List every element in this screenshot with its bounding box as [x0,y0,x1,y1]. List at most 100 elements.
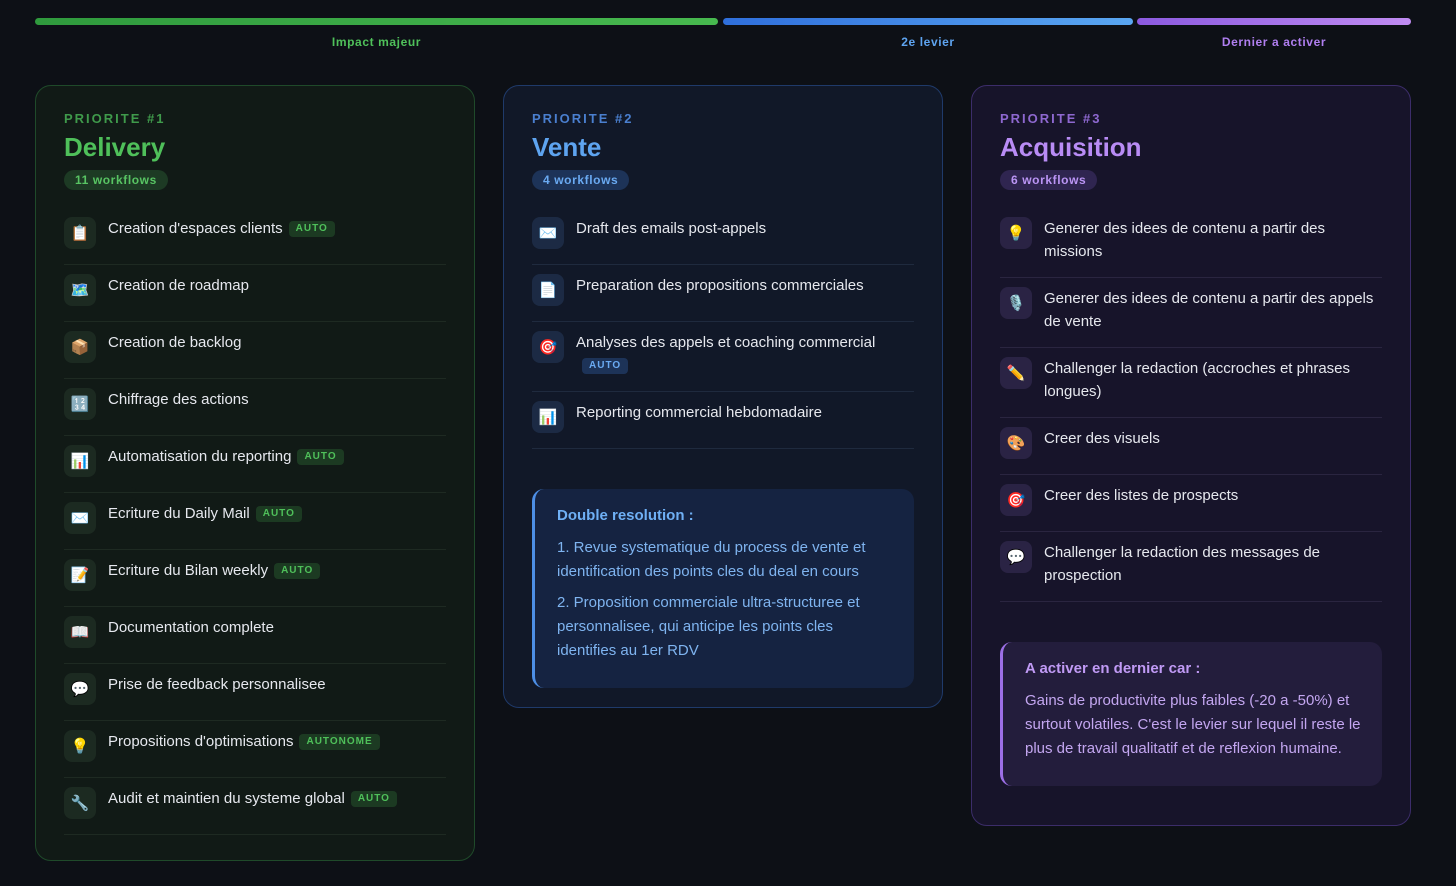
bar-chart-icon: 📊 [532,401,564,433]
workflow-label-wrap: Ecriture du Bilan weekly AUTO [108,559,321,582]
workflow-label-wrap: Creation de roadmap [108,274,249,297]
workflow-item: ✏️ Challenger la redaction (accroches et … [1000,348,1382,418]
package-icon: 📦 [64,331,96,363]
workflow-label: Documentation complete [108,619,274,636]
bar-chart-icon: 📊 [64,445,96,477]
workflow-item: 📊 Reporting commercial hebdomadaire [532,392,914,449]
workflow-label-wrap: Documentation complete [108,616,274,639]
workflow-label: Creation de roadmap [108,277,249,294]
workflow-label: Generer des idees de contenu a partir de… [1044,290,1374,330]
workflow-label: Creation d'espaces clients [108,220,283,237]
target-icon: 🎯 [1000,484,1032,516]
workflow-list: 📋 Creation d'espaces clients AUTO 🗺️ Creatio… [64,208,446,835]
lightbulb-icon: 💡 [1000,217,1032,249]
workflow-label-wrap: Chiffrage des actions [108,388,249,411]
workflow-label-wrap: Prise de feedback personnalisee [108,673,326,696]
priority-label: PRIORITE #3 [1000,111,1102,126]
workflow-item: 🔢 Chiffrage des actions [64,379,446,436]
workflow-item: 🎨 Creer des visuels [1000,418,1382,475]
workflow-item: 📝 Ecriture du Bilan weekly AUTO [64,550,446,607]
workflow-label-wrap: Generer des idees de contenu a partir de… [1044,217,1382,263]
workflow-label: Prise de feedback personnalisee [108,676,326,693]
automation-badge: AUTO [350,791,397,807]
workflow-label: Creer des visuels [1044,430,1160,447]
workflow-label: Audit et maintien du systeme global [108,790,345,807]
automation-badge: AUTO [274,563,321,579]
document-icon: 📄 [532,274,564,306]
workflow-label: Creer des listes de prospects [1044,487,1239,504]
automation-badge: AUTO [582,358,629,374]
workflow-label: Preparation des propositions commerciale… [576,277,864,294]
workflow-label: Generer des idees de contenu a partir de… [1044,220,1326,260]
lever2-label: 2e levier [901,35,955,49]
priority-progress-bars: Impact majeur 2e levier Dernier a active… [35,18,1411,58]
workflow-item: ✉️ Draft des emails post-appels [532,208,914,265]
workflow-label-wrap: Propositions d'optimisations AUTONOME [108,730,380,753]
workflow-item: 📖 Documentation complete [64,607,446,664]
workflow-item: 💡 Generer des idees de contenu a partir d… [1000,208,1382,278]
workflow-label: Creation de backlog [108,334,242,351]
automation-badge: AUTO [288,221,335,237]
speech-bubble-icon: 💬 [64,673,96,705]
microphone-icon: 🎙️ [1000,287,1032,319]
workflow-label: Ecriture du Bilan weekly [108,562,269,579]
automation-badge: AUTO [297,449,344,465]
workflow-item: 📊 Automatisation du reporting AUTO [64,436,446,493]
workflow-item: 📋 Creation d'espaces clients AUTO [64,208,446,265]
workflow-count-badge: 6 workflows [1000,170,1098,190]
callout-title: Double resolution : [557,507,694,524]
envelope-icon: ✉️ [532,217,564,249]
workflow-label-wrap: Creation de backlog [108,331,241,354]
numbers-icon: 🔢 [64,388,96,420]
workflow-label: Propositions d'optimisations [108,733,294,750]
acquisition-card: PRIORITE #3 Acquisition 6 workflows 💡 Gen… [971,85,1411,826]
workflow-count-badge: 4 workflows [532,170,630,190]
workflow-label-wrap: Creation d'espaces clients AUTO [108,217,335,240]
workflow-item: ✉️ Ecriture du Daily Mail AUTO [64,493,446,550]
pencil-icon: ✏️ [1000,357,1032,389]
automation-badge: AUTO [255,506,302,522]
map-icon: 🗺️ [64,274,96,306]
workflow-item: 🗺️ Creation de roadmap [64,265,446,322]
clipboard-icon: 📋 [64,217,96,249]
workflow-item: 🔧 Audit et maintien du systeme global AUTO [64,778,446,835]
workflow-item: 🎯 Creer des listes de prospects [1000,475,1382,532]
double-resolution-callout: Double resolution : 1. Revue systematiqu… [532,489,914,688]
workflow-label: Analyses des appels et coaching commerci… [576,334,876,351]
callout-text: Gains de productivite plus faibles (-20 … [1025,692,1361,757]
workflow-label-wrap: Preparation des propositions commerciale… [576,274,864,297]
wrench-icon: 🔧 [64,787,96,819]
workflow-label: Draft des emails post-appels [576,220,767,237]
workflow-label: Challenger la redaction des messages de … [1044,544,1320,584]
impact-label: Impact majeur [331,35,422,49]
last-bar [1137,18,1411,25]
workflow-item: 📄 Preparation des propositions commercial… [532,265,914,322]
workflow-label-wrap: Automatisation du reporting AUTO [108,445,344,468]
callout-title: A activer en dernier car : [1025,660,1201,677]
workflow-label: Reporting commercial hebdomadaire [576,404,822,421]
automation-badge: AUTONOME [299,734,380,750]
card-title: Vente [532,132,602,162]
target-icon: 🎯 [532,331,564,363]
envelope-icon: ✉️ [64,502,96,534]
workflow-label-wrap: Draft des emails post-appels [576,217,766,240]
workflow-item: 💬 Challenger la redaction des messages de… [1000,532,1382,602]
workflow-label: Ecriture du Daily Mail [108,505,250,522]
workflow-label: Chiffrage des actions [108,391,249,408]
workflow-item: 💡 Propositions d'optimisations AUTONOME [64,721,446,778]
last-label: Dernier a activer [1221,35,1327,49]
workflow-item: 📦 Creation de backlog [64,322,446,379]
workflow-label-wrap: Creer des listes de prospects [1044,484,1238,507]
card-title: Delivery [64,132,166,162]
workflow-count-badge: 11 workflows [64,170,168,190]
workflow-label-wrap: Generer des idees de contenu a partir de… [1044,287,1382,333]
workflow-label-wrap: Reporting commercial hebdomadaire [576,401,822,424]
priority-label: PRIORITE #1 [64,111,166,126]
lightbulb-icon: 💡 [64,730,96,762]
workflow-list: 💡 Generer des idees de contenu a partir d… [1000,208,1382,602]
priority-label: PRIORITE #2 [532,111,634,126]
workflow-label-wrap: Ecriture du Daily Mail AUTO [108,502,302,525]
workflow-list: ✉️ Draft des emails post-appels 📄 Preparati… [532,208,914,449]
workflow-label-wrap: Challenger la redaction (accroches et ph… [1044,357,1382,403]
lever2-bar [723,18,1133,25]
